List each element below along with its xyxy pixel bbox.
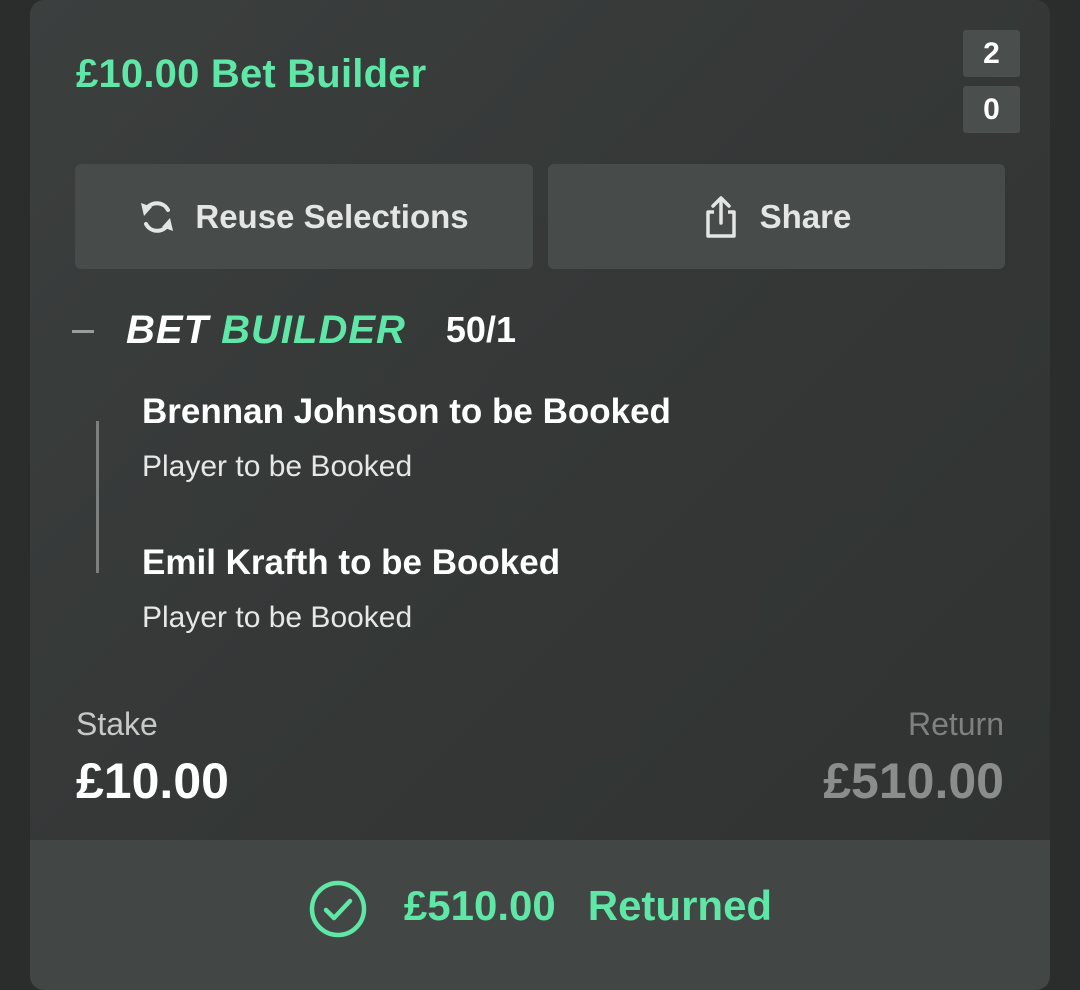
reuse-selections-button[interactable]: Reuse Selections <box>75 164 533 269</box>
share-label: Share <box>759 197 852 235</box>
bet-builder-logo-word1: BET <box>126 307 209 352</box>
score-home: 2 <box>963 30 1020 77</box>
share-button[interactable]: Share <box>548 164 1005 269</box>
bet-builder-logo-word2: BUILDER <box>221 307 406 352</box>
reuse-selections-label: Reuse Selections <box>195 197 469 235</box>
check-circle-icon <box>308 879 368 939</box>
return-value: £510.00 <box>823 753 1004 809</box>
bet-card: £10.00 Bet Builder 2 0 Reuse Selections … <box>30 0 1050 990</box>
return-label: Return <box>907 706 1004 742</box>
bet-title: £10.00 Bet Builder <box>76 52 427 96</box>
selection-title: Emil Krafth to be Booked <box>142 543 561 582</box>
selection-market: Player to be Booked <box>142 450 413 483</box>
bet-odds: 50/1 <box>445 309 516 350</box>
returned-status: Returned <box>587 882 773 929</box>
stake-value: £10.00 <box>76 753 229 809</box>
selection-title: Brennan Johnson to be Booked <box>142 392 671 431</box>
result-footer: £510.00 Returned <box>30 840 1050 990</box>
share-icon <box>702 195 740 239</box>
score-away: 0 <box>963 86 1020 133</box>
refresh-icon <box>139 197 175 237</box>
bet-builder-logo: BET BUILDER <box>126 308 406 353</box>
selection-market: Player to be Booked <box>142 601 413 634</box>
returned-amount: £510.00 <box>403 882 556 929</box>
stake-label: Stake <box>76 706 158 742</box>
selection-connector-line <box>96 421 99 573</box>
bet-builder-header[interactable]: BET BUILDER 50/1 <box>72 300 516 360</box>
collapse-icon[interactable] <box>72 329 94 333</box>
